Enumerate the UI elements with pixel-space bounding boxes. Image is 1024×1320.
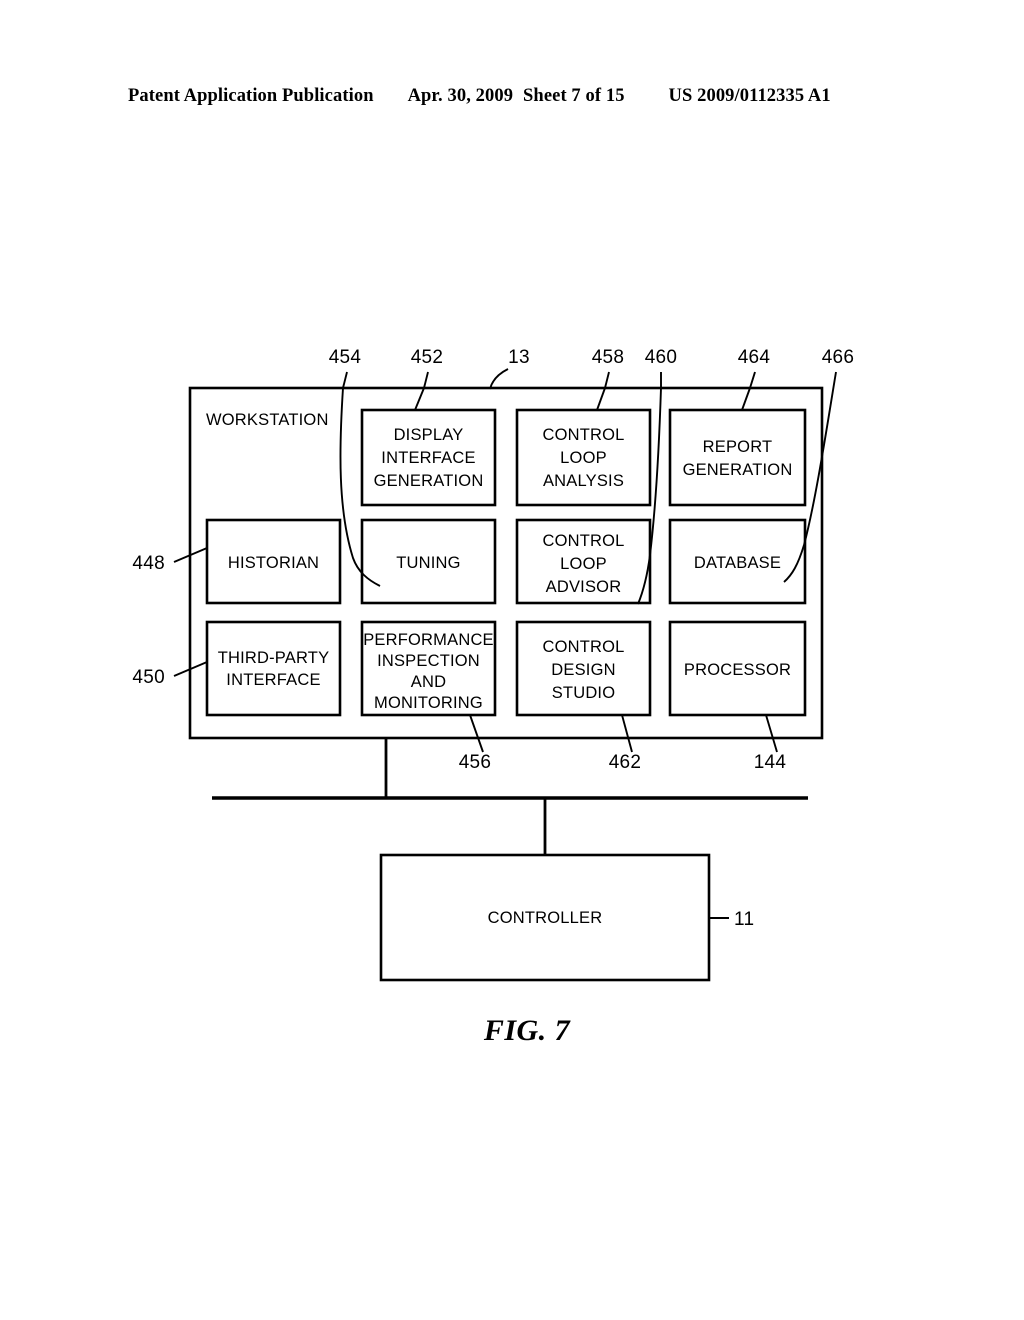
box-control-loop-advisor[interactable]: CONTROL LOOP ADVISOR xyxy=(515,518,652,605)
figure-caption: FIG. 7 xyxy=(483,1014,571,1047)
leader-13-to-workstation-frame xyxy=(489,368,509,390)
ref-numeral-11: 11 xyxy=(734,909,754,930)
box-control-loop-advisor-line-1: LOOP xyxy=(560,555,607,573)
leader-464-stub xyxy=(749,371,756,389)
box-control-design-studio-line-0: CONTROL xyxy=(542,638,624,656)
box-performance-inspection-and-monitoring-line-3: MONITORING xyxy=(374,694,483,712)
box-control-loop-analysis-line-1: LOOP xyxy=(560,449,607,467)
leader-464-to-report-generation xyxy=(741,387,751,411)
ref-numeral-460: 460 xyxy=(645,347,678,368)
leader-458-to-control-loop-analysis xyxy=(596,387,606,411)
box-database[interactable]: DATABASE xyxy=(668,518,807,605)
ref-numeral-13: 13 xyxy=(508,347,530,368)
box-control-loop-advisor-line-0: CONTROL xyxy=(542,532,624,550)
box-control-loop-analysis[interactable]: CONTROL LOOP ANALYSIS xyxy=(515,408,652,507)
ref-numeral-464: 464 xyxy=(738,347,771,368)
ref-numeral-448: 448 xyxy=(132,553,165,574)
figure-7-diagram: WORKSTATION DISPLAY INTERFACE GENERATION… xyxy=(132,347,855,1047)
ref-numeral-466: 466 xyxy=(822,347,855,368)
box-historian[interactable]: HISTORIAN xyxy=(205,518,342,605)
box-processor-line-0: PROCESSOR xyxy=(684,661,791,679)
leader-456-to-performance-box xyxy=(469,714,484,753)
leader-458-stub xyxy=(604,371,610,389)
box-performance-inspection-and-monitoring-line-2: AND xyxy=(411,673,446,691)
leader-144-to-processor xyxy=(765,714,778,753)
leader-452-to-display-interface xyxy=(414,387,425,411)
leader-452-stub xyxy=(423,371,429,389)
box-control-loop-advisor-line-2: ADVISOR xyxy=(546,578,622,596)
box-report-generation[interactable]: REPORT GENERATION xyxy=(668,408,807,507)
ref-numeral-452: 452 xyxy=(411,347,444,368)
ref-numeral-462: 462 xyxy=(609,752,642,773)
box-report-generation-line-0: REPORT xyxy=(703,438,773,456)
box-third-party-interface-line-0: THIRD-PARTY xyxy=(218,649,330,667)
box-tuning-line-0: TUNING xyxy=(396,554,460,572)
box-third-party-interface-line-1: INTERFACE xyxy=(226,671,320,689)
ref-numeral-454: 454 xyxy=(329,347,362,368)
box-display-interface-generation-line-1: INTERFACE xyxy=(381,449,475,467)
box-performance-inspection-and-monitoring-line-0: PERFORMANCE xyxy=(363,631,494,649)
box-display-interface-generation[interactable]: DISPLAY INTERFACE GENERATION xyxy=(360,408,497,507)
box-control-loop-analysis-line-2: ANALYSIS xyxy=(543,472,624,490)
workstation-label: WORKSTATION xyxy=(206,411,329,429)
leader-462-to-control-design-studio xyxy=(621,714,633,753)
box-display-interface-generation-line-2: GENERATION xyxy=(374,472,484,490)
box-historian-line-0: HISTORIAN xyxy=(228,554,319,572)
ref-numeral-450: 450 xyxy=(132,667,165,688)
box-database-line-0: DATABASE xyxy=(694,554,781,572)
box-display-interface-generation-line-0: DISPLAY xyxy=(394,426,464,444)
box-control-design-studio[interactable]: CONTROL DESIGN STUDIO xyxy=(515,620,652,717)
box-control-design-studio-line-1: DESIGN xyxy=(551,661,615,679)
ref-numeral-458: 458 xyxy=(592,347,625,368)
box-controller[interactable]: CONTROLLER xyxy=(379,853,711,982)
box-third-party-interface[interactable]: THIRD-PARTY INTERFACE xyxy=(205,620,342,717)
box-control-loop-analysis-line-0: CONTROL xyxy=(542,426,624,444)
box-report-generation-line-1: GENERATION xyxy=(683,461,793,479)
box-controller-line-0: CONTROLLER xyxy=(488,909,603,927)
box-control-design-studio-line-2: STUDIO xyxy=(552,684,616,702)
ref-numeral-456: 456 xyxy=(459,752,492,773)
box-performance-inspection-and-monitoring[interactable]: PERFORMANCE INSPECTION AND MONITORING xyxy=(360,620,497,717)
box-performance-inspection-and-monitoring-line-1: INSPECTION xyxy=(377,652,480,670)
ref-numeral-144: 144 xyxy=(754,752,787,773)
leader-454-stub xyxy=(342,371,348,389)
box-tuning[interactable]: TUNING xyxy=(360,518,497,605)
box-processor[interactable]: PROCESSOR xyxy=(668,620,807,717)
